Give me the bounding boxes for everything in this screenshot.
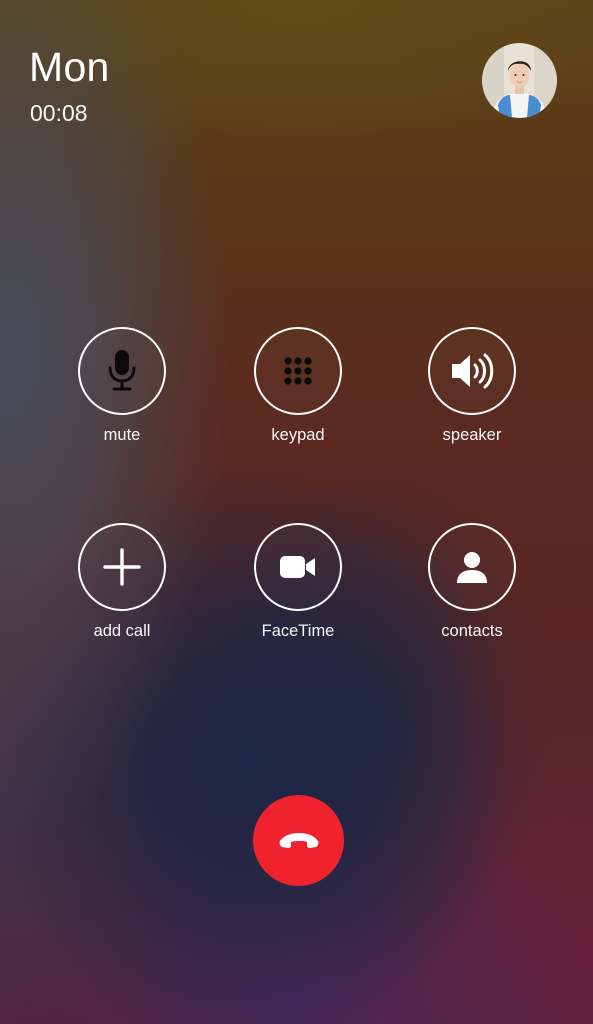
caller-name: Mon [29, 44, 110, 90]
call-duration-timer: 00:08 [30, 100, 88, 126]
keypad-button[interactable]: keypad [218, 327, 378, 445]
keypad-label: keypad [271, 426, 325, 444]
contacts-label: contacts [441, 622, 503, 640]
facetime-label: FaceTime [261, 622, 335, 640]
microphone-icon [108, 350, 136, 391]
add-call-label: add call [93, 622, 151, 640]
mute-button-circle[interactable] [78, 327, 166, 415]
plus-icon [103, 548, 141, 586]
keypad-button-circle[interactable] [254, 327, 342, 415]
speaker-icon [452, 353, 494, 389]
facetime-button[interactable]: FaceTime [218, 523, 378, 641]
end-call-button[interactable] [253, 795, 344, 886]
speaker-label: speaker [442, 426, 502, 444]
add-call-button-circle[interactable] [78, 523, 166, 611]
contacts-button[interactable]: contacts [392, 523, 552, 641]
speaker-button[interactable]: speaker [392, 327, 552, 445]
keypad-icon [284, 357, 312, 385]
phone-hangup-icon [279, 832, 318, 848]
mute-button[interactable]: mute [42, 327, 202, 445]
speaker-button-circle[interactable] [428, 327, 516, 415]
add-call-button[interactable]: add call [42, 523, 202, 641]
caller-avatar[interactable] [482, 43, 557, 118]
video-camera-icon [280, 556, 315, 578]
contacts-button-circle[interactable] [428, 523, 516, 611]
person-icon [457, 552, 487, 583]
mute-label: mute [103, 426, 141, 444]
facetime-button-circle[interactable] [254, 523, 342, 611]
